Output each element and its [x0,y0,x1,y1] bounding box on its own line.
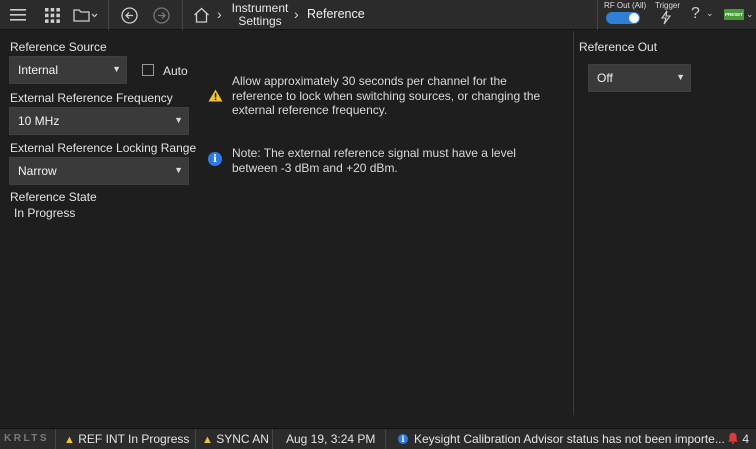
chevron-down-icon[interactable]: ⌄ [746,9,754,20]
ref-status[interactable]: ▲ REF INT In Progress [64,432,189,446]
preset-button[interactable]: PRESET [724,9,744,20]
lock-time-warning-message: Allow approximately 30 seconds per chann… [232,74,541,117]
locking-range-label: External Reference Locking Range [10,141,197,155]
locking-range-value: Narrow [18,164,57,178]
auto-checkbox[interactable] [142,64,154,76]
help-icon[interactable]: ? [691,5,700,23]
chevron-down-icon: ▼ [174,115,183,125]
warning-icon: ▲ [64,434,75,446]
status-bar: KRLTS ▲ REF INT In Progress ▲ SYNC AN Au… [0,428,756,449]
reference-out-value: Off [597,71,613,85]
breadcrumb-chevron-icon: › [217,6,222,22]
forward-arrow-icon[interactable] [150,0,172,30]
panel-divider [573,31,574,415]
reference-source-select[interactable]: Internal ▼ [9,56,127,84]
external-reference-frequency-value: 10 MHz [18,114,60,128]
chevron-down-icon: ▼ [676,72,685,82]
trigger-icon[interactable] [660,10,672,28]
bell-icon [728,432,738,444]
locking-range-select[interactable]: Narrow ▼ [9,157,189,185]
chevron-down-icon: ▼ [112,64,121,74]
auto-label: Auto [163,64,188,78]
rf-out-label: RF Out (All) [604,1,647,10]
date-time: Aug 19, 3:24 PM [286,432,376,446]
external-reference-frequency-label: External Reference Frequency [10,91,173,105]
reference-source-value: Internal [18,63,59,77]
reference-out-select[interactable]: Off ▼ [588,64,691,92]
breadcrumb-current: Reference [307,7,365,21]
rf-out-toggle[interactable] [606,12,640,24]
reference-source-label: Reference Source [10,40,107,54]
status-logo: KRLTS [4,433,50,444]
apps-grid-icon[interactable] [40,0,64,30]
info-icon: i [398,434,408,444]
sync-status[interactable]: ▲ SYNC AN [202,432,269,446]
external-reference-frequency-select[interactable]: 10 MHz ▼ [9,107,189,135]
back-arrow-icon[interactable] [118,0,140,30]
warning-icon: ▲ [202,434,213,446]
info-icon: i [208,152,222,166]
breadcrumb-chevron-icon: › [294,6,299,22]
folder-icon[interactable] [72,0,100,30]
hamburger-menu-icon[interactable] [4,0,32,30]
alerts-badge[interactable]: 4 [727,432,749,446]
chevron-down-icon: ▼ [174,165,183,175]
home-icon[interactable] [190,0,212,30]
reference-out-label: Reference Out [579,40,658,54]
reference-state-label: Reference State [10,190,97,204]
top-toolbar: › Instrument Settings › Reference RF Out… [0,0,756,30]
breadcrumb-parent[interactable]: Instrument Settings [228,2,292,28]
chevron-down-icon[interactable]: ⌄ [706,8,714,19]
warning-icon [208,89,223,105]
signal-level-note-message: Note: The external reference signal must… [232,146,516,175]
reference-state-value: In Progress [14,206,76,220]
trigger-label: Trigger [655,1,681,10]
calibration-advisor-message[interactable]: i Keysight Calibration Advisor status has… [398,432,725,446]
